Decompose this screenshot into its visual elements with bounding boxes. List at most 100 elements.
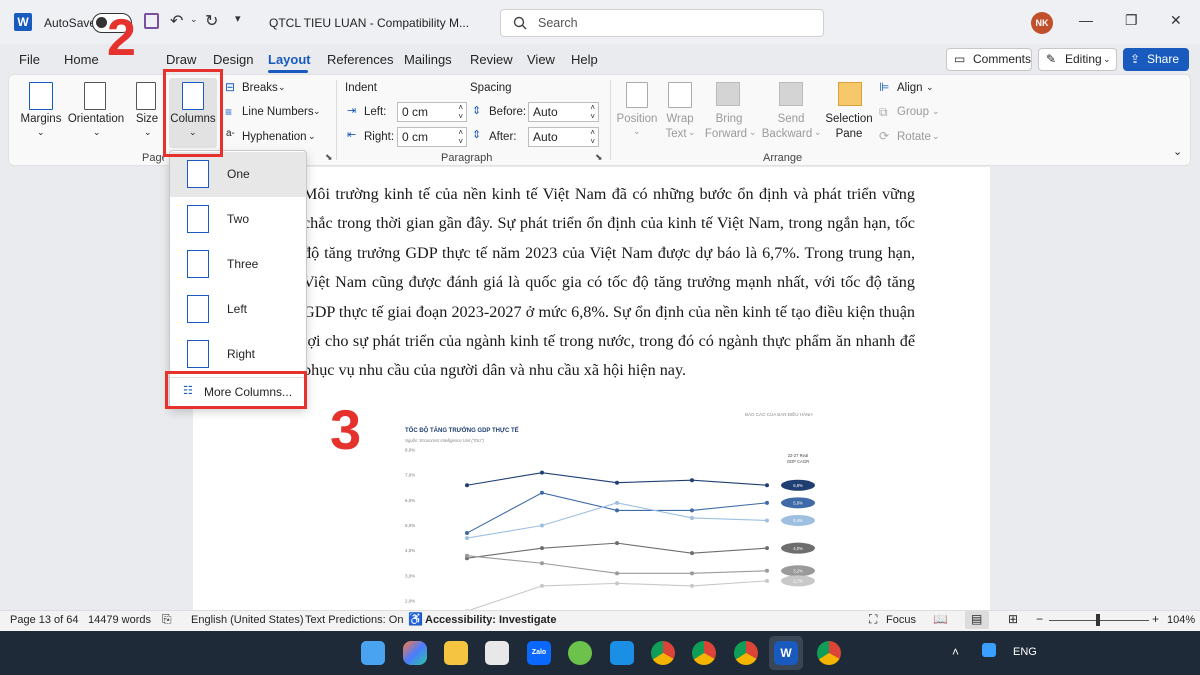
word-icon: W [774, 641, 798, 665]
page-setup-launcher-icon[interactable]: ⬊ [325, 152, 333, 163]
cagr-badge-label: 5,4% [793, 518, 803, 523]
document-title[interactable]: QTCL TIEU LUAN - Compatibility M... [269, 16, 469, 30]
line-numbers-button[interactable]: Line Numbers [242, 106, 314, 118]
size-button[interactable]: Size [133, 113, 161, 125]
margins-button[interactable]: Margins [19, 113, 63, 125]
position-icon [626, 82, 648, 108]
tray-expand-icon[interactable]: ˄ [952, 645, 959, 659]
indent-left-input[interactable]: 0 cm ˄ ˅ [397, 102, 467, 122]
chevron-down-icon: ⌄ [313, 106, 321, 116]
tab-mailings[interactable]: Mailings [404, 52, 452, 67]
focus-button[interactable]: Focus [886, 614, 916, 626]
data-point [690, 508, 694, 513]
text-predictions-status[interactable]: Text Predictions: On [305, 614, 403, 626]
zoom-out-icon[interactable]: − [1036, 612, 1043, 626]
breaks-icon: ⊟ [225, 80, 236, 94]
undo-dropdown-icon[interactable]: ⌄ [190, 14, 198, 25]
customize-toolbar-icon[interactable]: ▾ [235, 12, 241, 25]
photos-icon[interactable] [568, 641, 592, 665]
chart-subtitle: Nguồn: Economist Intelligence Unit ("EIU… [405, 438, 485, 443]
zoom-slider-thumb[interactable] [1096, 614, 1100, 626]
align-button[interactable]: Align [897, 82, 923, 94]
ribbon-collapse-icon[interactable]: ⌄ [1173, 145, 1182, 158]
paragraph-launcher-icon[interactable]: ⬊ [595, 152, 603, 163]
spinner-icon[interactable]: ˄ ˅ [458, 103, 463, 121]
step-2-label: 2 [107, 9, 136, 67]
editing-button[interactable]: ✎ Editing ⌄ [1038, 48, 1117, 71]
zoom-level[interactable]: 104% [1167, 614, 1195, 626]
zoom-in-icon[interactable]: + [1152, 612, 1159, 626]
defender-icon[interactable] [982, 643, 996, 657]
chrome-profile-icon[interactable] [692, 641, 716, 665]
spacing-after-value: Auto [533, 130, 558, 144]
start-icon[interactable] [361, 641, 385, 665]
data-point [615, 508, 619, 513]
redo-icon[interactable]: ↻ [205, 11, 218, 31]
page-count[interactable]: Page 13 of 64 [10, 614, 79, 626]
chrome-profile-icon[interactable] [734, 641, 758, 665]
tab-home[interactable]: Home [64, 52, 99, 67]
cagr-badge-label: 2,7% [793, 578, 803, 583]
spacing-after-input[interactable]: Auto ˄ ˅ [528, 127, 599, 147]
gdp-chart: BÁO CÁO CỦA BAN ĐIỀU HÀNH TỐC ĐỘ TĂNG TR… [405, 411, 815, 610]
tab-references[interactable]: References [327, 52, 393, 67]
spinner-icon[interactable]: ˄ ˅ [458, 128, 463, 146]
copilot-icon[interactable] [403, 641, 427, 665]
group-button[interactable]: Group [897, 106, 929, 118]
minimize-icon[interactable]: — [1079, 12, 1093, 28]
store-icon[interactable] [610, 641, 634, 665]
tab-design[interactable]: Design [213, 52, 253, 67]
columns-option-one[interactable]: One [170, 152, 306, 197]
read-mode-icon[interactable]: 📖 [933, 612, 948, 626]
chrome-icon[interactable] [651, 641, 675, 665]
columns-option-two[interactable]: Two [170, 197, 306, 242]
tab-file[interactable]: File [19, 52, 40, 67]
word-count[interactable]: 14479 words [88, 614, 151, 626]
snipping-tool-icon[interactable] [485, 641, 509, 665]
wrap-text-button[interactable]: Wrap [660, 113, 700, 125]
input-language[interactable]: ENG [1013, 646, 1037, 658]
indent-right-input[interactable]: 0 cm ˄ ˅ [397, 127, 467, 147]
spinner-icon[interactable]: ˄ ˅ [590, 128, 595, 146]
body-paragraph[interactable]: Môi trường kinh tế của nền kinh tế Việt … [303, 180, 915, 386]
tab-help[interactable]: Help [571, 52, 598, 67]
avatar[interactable]: NK [1031, 12, 1053, 34]
language-status[interactable]: English (United States) [191, 614, 304, 626]
print-layout-button[interactable]: ▤ [965, 611, 989, 629]
share-icon: ⇪ [1130, 52, 1141, 66]
rotate-button[interactable]: Rotate [897, 131, 931, 143]
web-layout-icon[interactable]: ⊞ [1008, 612, 1018, 626]
undo-icon[interactable]: ↶ [170, 11, 183, 31]
hyphenation-button[interactable]: Hyphenation [242, 131, 307, 143]
zalo-icon[interactable]: Zalo [527, 641, 551, 665]
selection-pane-button[interactable]: Selection [823, 113, 875, 125]
position-button[interactable]: Position [614, 113, 660, 125]
tab-review[interactable]: Review [470, 52, 513, 67]
tab-draw[interactable]: Draw [166, 52, 196, 67]
file-explorer-icon[interactable] [444, 641, 468, 665]
share-button[interactable]: ⇪ Share [1123, 48, 1189, 71]
legend-title-line-1: 22-27 Real [788, 453, 809, 458]
spinner-icon[interactable]: ˄ ˅ [590, 103, 595, 121]
orientation-button[interactable]: Orientation [66, 113, 126, 125]
proofing-icon[interactable]: ⎘ [162, 612, 172, 627]
accessibility-status[interactable]: Accessibility: Investigate [425, 614, 556, 626]
send-backward-button[interactable]: Send [768, 113, 814, 125]
columns-option-left[interactable]: Left [170, 287, 306, 332]
spacing-before-input[interactable]: Auto ˄ ˅ [528, 102, 599, 122]
save-icon[interactable] [144, 13, 159, 29]
breaks-button[interactable]: Breaks [242, 82, 278, 94]
bring-forward-button[interactable]: Bring [706, 113, 752, 125]
tab-view[interactable]: View [527, 52, 555, 67]
search-input[interactable]: Search [500, 9, 824, 37]
tab-layout[interactable]: Layout [268, 52, 311, 67]
spacing-before-label: Before: [489, 106, 527, 118]
highlight-more-columns [165, 371, 307, 409]
chrome-profile-icon[interactable] [817, 641, 841, 665]
data-point [690, 571, 694, 576]
comments-button[interactable]: ▭ Comments [946, 48, 1032, 71]
columns-option-three[interactable]: Three [170, 242, 306, 287]
restore-icon[interactable]: ❐ [1125, 12, 1138, 29]
comment-icon: ▭ [954, 52, 966, 66]
close-icon[interactable]: ✕ [1170, 12, 1182, 29]
